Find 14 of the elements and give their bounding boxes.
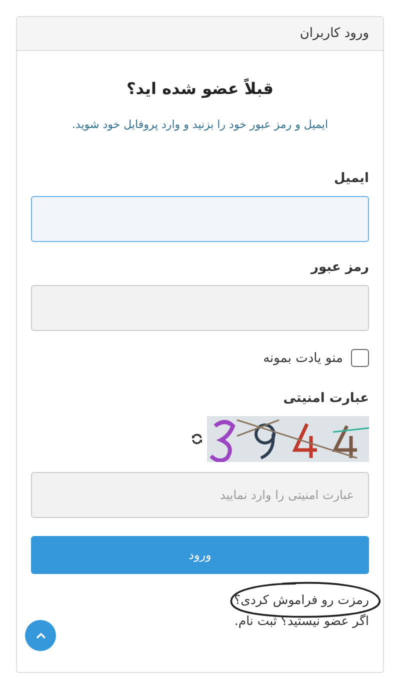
field-label: رمز عبور [310,260,369,275]
heading: قبلاً عضو شده اید؟ [125,79,275,98]
refresh-icon[interactable] [191,433,203,445]
forgot-password-link[interactable]: رمزت رو فراموش کردی؟ [234,592,369,607]
field-label: عبارت امنیتی [282,391,369,406]
input-field[interactable] [31,285,369,331]
checkbox[interactable] [351,349,369,367]
field-label: ایمیل [333,171,369,186]
panel-title: ورود کاربران [300,26,369,41]
intro-text: ایمیل و رمز عبور خود را بزنید و وارد پروفایل خود شوید. [70,118,330,131]
input-field[interactable] [31,196,369,242]
checkbox-label: منو یادت بمونه [263,350,343,366]
input-field[interactable]: عبارت امنیتی را وارد نمایید [31,472,369,518]
scroll-top-button[interactable] [25,620,56,651]
